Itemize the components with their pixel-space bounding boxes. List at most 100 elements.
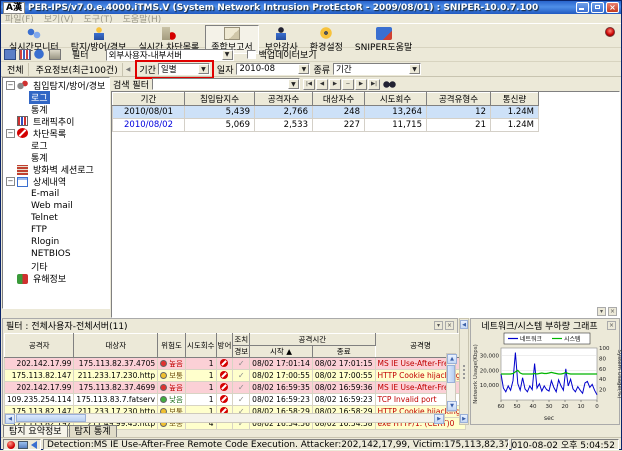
chevron-down-icon[interactable]: ▼ (222, 50, 233, 60)
sniper-help-icon (376, 27, 392, 40)
tree-item-etc-other[interactable]: 기타 (5, 260, 109, 272)
col-alarm[interactable]: 경보 (233, 346, 250, 358)
attack-row[interactable]: 109.235.254.114175.113.83.7.fatserv낮음1✓0… (5, 394, 466, 406)
forward-record-icon[interactable]: ▶ (355, 79, 367, 90)
horizontal-scrollbar[interactable]: ◀ ▶ (4, 413, 445, 423)
binoculars-icon[interactable] (383, 80, 396, 89)
tree-item-block-stats[interactable]: 통계 (5, 152, 109, 164)
speaker-icon[interactable] (31, 441, 37, 449)
scroll-left-icon[interactable]: ◀ (5, 414, 15, 424)
tree-item-blocklist[interactable]: −차단목록 (5, 127, 109, 139)
panel-collapse-button[interactable]: ▾ (434, 321, 443, 330)
report-row[interactable]: 2010/08/025,0692,53322711,715211.24M (113, 119, 539, 132)
report-col-5[interactable]: 공격유형수 (427, 93, 491, 106)
col-action[interactable]: 조치 (233, 334, 250, 346)
delete-record-icon[interactable]: − (342, 79, 354, 90)
tree-item-netbios[interactable]: NETBIOS (5, 248, 109, 260)
tree-item-intrusion-stats[interactable]: 통계 (5, 103, 109, 115)
next-record-icon[interactable]: ▶ (329, 79, 341, 90)
report-row[interactable]: 2010/08/015,4392,76624813,264121.24M (113, 106, 539, 119)
x-tick: 50 (514, 404, 521, 410)
tree-item-traffic-trend[interactable]: 트래픽추이 (5, 115, 109, 127)
panel-close-button[interactable]: × (608, 307, 617, 316)
tab-detection-stats[interactable]: 탐지 통계 (69, 425, 117, 437)
first-record-icon[interactable]: |◀ (303, 79, 315, 90)
maximize-button[interactable] (591, 2, 604, 13)
splitter-arrow-icon[interactable]: ▶ (460, 414, 468, 423)
type-select[interactable]: 기간 ▼ (333, 63, 421, 75)
chevron-down-icon[interactable]: ▼ (198, 64, 209, 74)
attack-row[interactable]: 175.113.82.147211.233.17.230.http보통1✓08/… (5, 370, 466, 382)
expander-minus-icon[interactable]: − (6, 81, 15, 90)
report-col-0[interactable]: 기간 (113, 93, 185, 106)
tree-item-intrusion-root[interactable]: −침입탐지/방어/경보 (5, 79, 109, 91)
expander-minus-icon[interactable]: − (6, 129, 15, 138)
print-icon[interactable] (49, 49, 61, 60)
col-attempts[interactable]: 시도회수 (185, 334, 216, 358)
tree-item-webmail[interactable]: Web mail (5, 200, 109, 212)
report-date-cell[interactable]: 2010/08/02 (113, 119, 185, 132)
collapse-arrow-icon[interactable]: ◀ (126, 66, 131, 73)
chevron-down-icon[interactable]: ▼ (288, 79, 299, 89)
block-icon (17, 128, 28, 138)
record-dot-icon[interactable] (7, 441, 15, 449)
scroll-thumb[interactable] (16, 414, 86, 422)
panel-close-button[interactable]: × (445, 321, 454, 330)
panel-collapse-button[interactable]: ▾ (597, 307, 606, 316)
tab-all[interactable]: 전체 (3, 63, 29, 76)
tab-detection-summary[interactable]: 탐지 요약정보 (3, 425, 68, 437)
tree-item-rlogin[interactable]: Rlogin (5, 236, 109, 248)
col-risk[interactable]: 위험도 (158, 334, 186, 358)
backup-data-checkbox[interactable] (247, 50, 256, 59)
report-col-4[interactable]: 시도회수 (365, 93, 427, 106)
col-attacker[interactable]: 공격자 (5, 334, 74, 358)
tree-item-ftp[interactable]: FTP (5, 224, 109, 236)
close-button[interactable]: × (606, 2, 619, 13)
report-grid-icon[interactable] (4, 49, 16, 60)
attack-row[interactable]: 202.142.17.99175.113.82.37.4699높음1✓08/02… (5, 382, 466, 394)
col-start[interactable]: 시작 ▲ (250, 346, 313, 358)
vertical-scrollbar[interactable]: ▲ ▼ (446, 353, 456, 412)
splitter-arrow-icon[interactable]: ◀ (460, 320, 468, 329)
col-end[interactable]: 종료 (312, 346, 375, 358)
date-select[interactable]: 2010-08 ▼ (236, 63, 310, 75)
attack-row[interactable]: 202.142.17.99175.113.82.37.4705높음1✓08/02… (5, 358, 466, 370)
report-col-1[interactable]: 침입탐지수 (185, 93, 255, 106)
col-target[interactable]: 대상자 (74, 334, 158, 358)
col-defense[interactable]: 방어 (216, 334, 233, 358)
monitor-icon[interactable] (18, 441, 28, 449)
minimize-button[interactable] (576, 2, 589, 13)
refresh-icon[interactable] (34, 49, 46, 60)
expander-minus-icon[interactable]: − (6, 177, 15, 186)
scroll-thumb[interactable] (447, 365, 455, 383)
tree-item-email[interactable]: E-mail (5, 188, 109, 200)
tree-item-harmful-info[interactable]: 유해정보 (5, 273, 109, 285)
panel-splitter[interactable]: ◀ ▶ (459, 318, 469, 425)
gauge-icon[interactable] (605, 27, 615, 37)
report-col-2[interactable]: 공격자수 (255, 93, 313, 106)
scroll-right-icon[interactable]: ▶ (434, 414, 444, 424)
traffic-icon (17, 116, 28, 126)
report-value-cell: 12 (427, 106, 491, 119)
report-col-3[interactable]: 대상자수 (313, 93, 365, 106)
traffic-chart-icon[interactable] (19, 49, 31, 60)
chevron-down-icon[interactable]: ▼ (298, 64, 309, 74)
tree-item-telnet[interactable]: Telnet (5, 212, 109, 224)
tree-item-details[interactable]: −상세내역 (5, 176, 109, 188)
tree-item-intrusion-log[interactable]: 로그 (5, 91, 109, 103)
scroll-down-icon[interactable]: ▼ (447, 401, 457, 411)
period-select[interactable]: 일별 ▼ (158, 63, 210, 75)
prev-record-icon[interactable]: ◀ (316, 79, 328, 90)
tree-item-block-log[interactable]: 로그 (5, 139, 109, 151)
risk-cell: 높음 (158, 382, 186, 394)
last-record-icon[interactable]: ▶| (368, 79, 380, 90)
report-col-6[interactable]: 통신량 (491, 93, 539, 106)
panel-close-button[interactable]: × (607, 321, 616, 330)
chevron-down-icon[interactable]: ▼ (409, 64, 420, 74)
drag-handle[interactable] (463, 365, 465, 379)
col-attack-time[interactable]: 공격시간 (250, 334, 375, 346)
tree-item-firewall-session-log[interactable]: 방화벽 세션로그 (5, 164, 109, 176)
search-filter-select[interactable]: ▼ (152, 78, 300, 90)
scroll-up-icon[interactable]: ▲ (447, 354, 457, 364)
tab-key-info[interactable]: 주요정보(최근100건) (32, 63, 123, 76)
